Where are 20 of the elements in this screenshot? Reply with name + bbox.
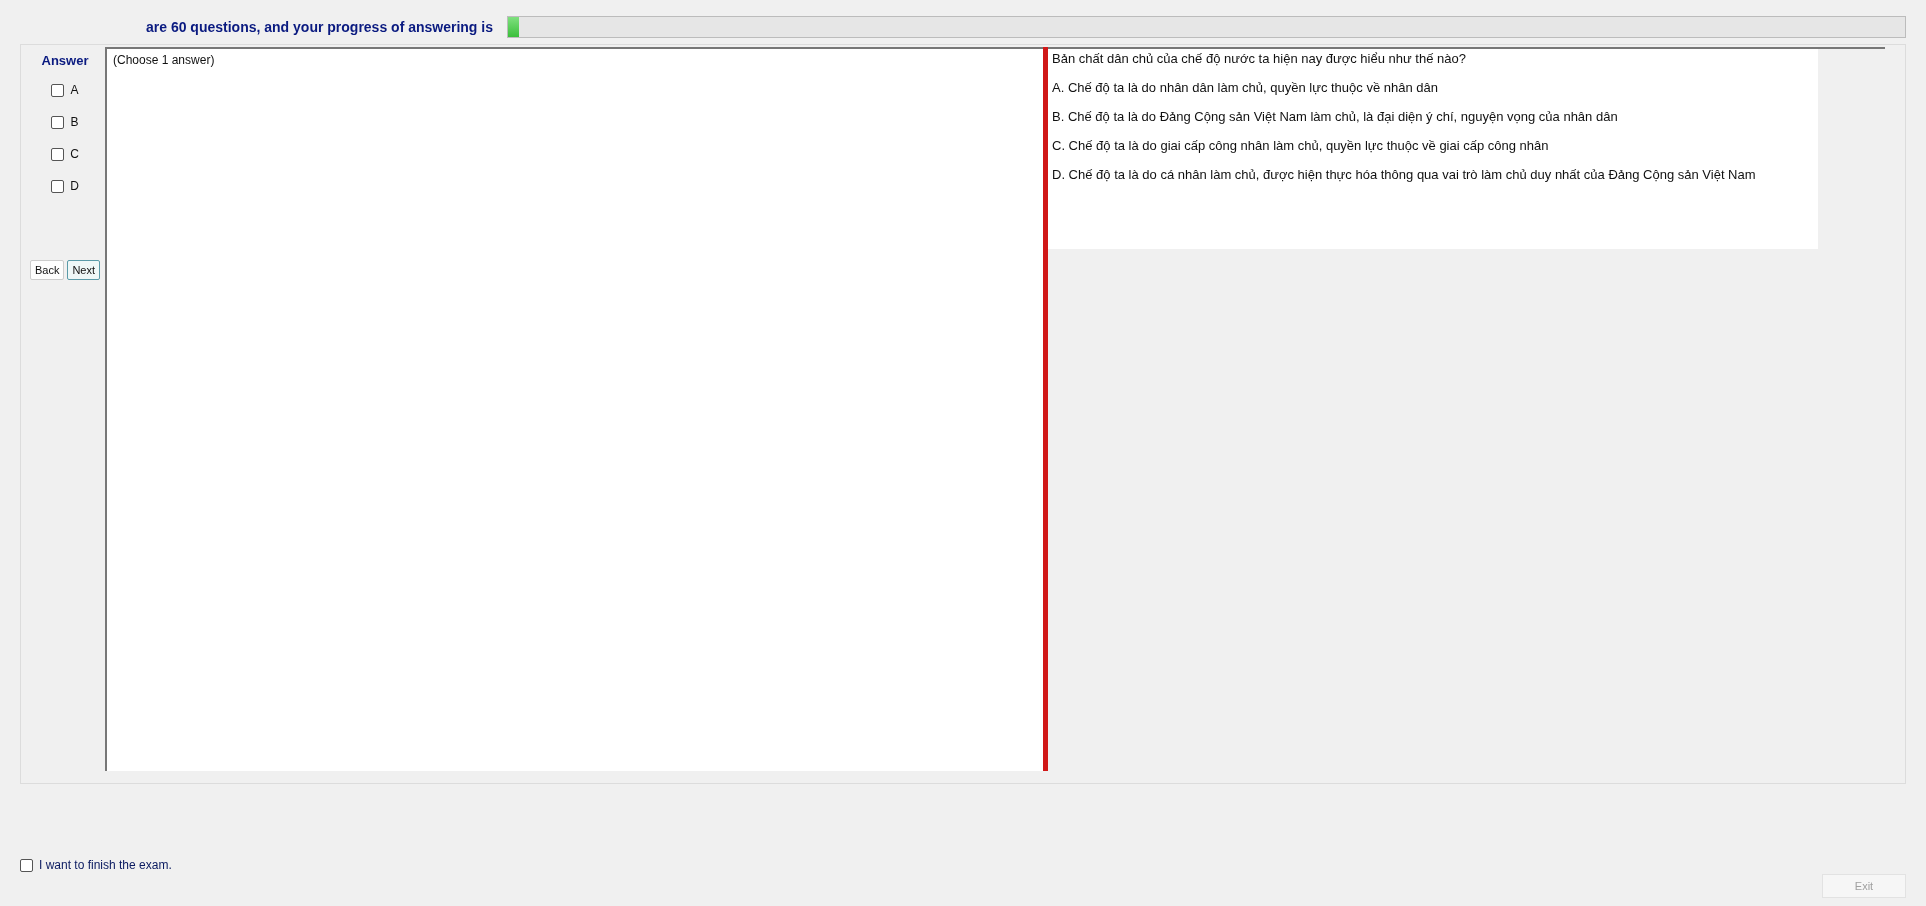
answer-checkbox[interactable]: [51, 83, 65, 97]
option-label: A: [70, 83, 79, 97]
answer-hint: (Choose 1 answer): [113, 53, 216, 67]
answer-title: Answer: [41, 53, 89, 68]
progress-label: are 60 questions, and your progress of answering is: [146, 19, 493, 35]
option-label: D: [70, 179, 79, 193]
nav-button[interactable]: Back: [29, 260, 65, 280]
answer-checkbox[interactable]: [51, 147, 65, 161]
option-label: B: [70, 115, 79, 129]
question-text: Bản chất dân chủ của chế độ nước ta hiện nay được hiểu như thế nào?: [1052, 51, 1467, 66]
choice-text: A. Chế độ ta là do nhân dân làm chủ, quyền lực thuộc về nhân dân: [1052, 80, 1439, 95]
finish-label: I want to finish the exam.: [39, 858, 172, 872]
choice-text: C. Chế độ ta là do giai cấp công nhân làm chủ, quyền lực thuộc về giai cấp công nhân: [1052, 138, 1550, 153]
option-label: C: [70, 147, 79, 161]
finish-checkbox[interactable]: [20, 858, 33, 872]
answer-checkbox[interactable]: [51, 115, 65, 129]
answer-checkbox[interactable]: [51, 179, 65, 193]
choice-text: D. Chế độ ta là do cá nhân làm chủ, được hiện thực hóa thông qua vai trò làm chủ duy nhất của Đảng Cộng sản Việt Nam: [1052, 167, 1757, 182]
nav-button[interactable]: Next: [67, 260, 101, 280]
choice-text: B. Chế độ ta là do Đảng Cộng sản Việt Nam làm chủ, là đại diện ý chí, nguyện vọng của nhân dân: [1052, 109, 1619, 124]
